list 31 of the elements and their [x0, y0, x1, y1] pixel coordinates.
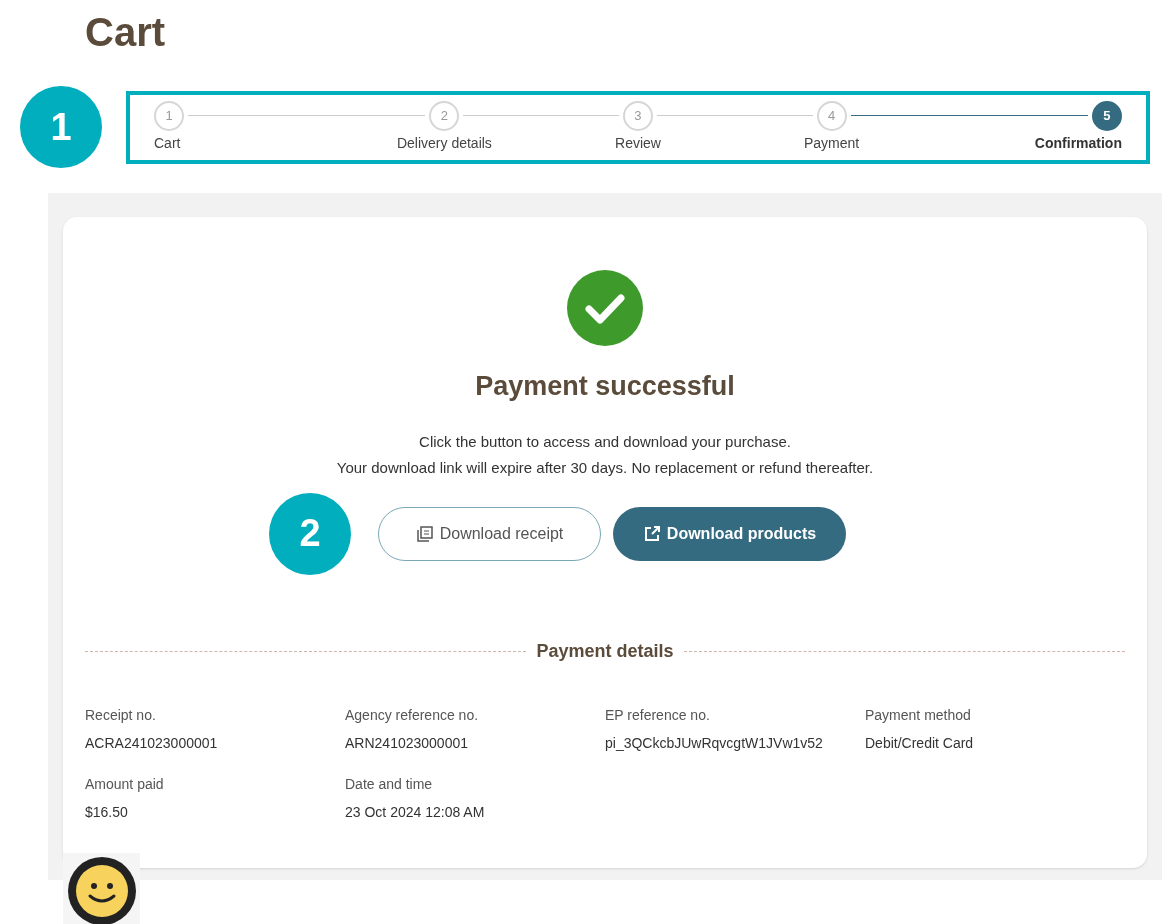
- callout-badge: 2: [269, 492, 351, 575]
- detail-label: Date and time: [345, 774, 434, 794]
- step-label: Confirmation: [1034, 133, 1122, 153]
- check-circle-icon: [567, 270, 643, 346]
- detail-label: Payment method: [865, 705, 972, 725]
- step-label: Review: [615, 133, 661, 153]
- step-label: Cart: [154, 133, 181, 153]
- detail-value: $16.50: [85, 802, 129, 822]
- message-text: Click the button to access and download your purchase.: [419, 431, 791, 452]
- step-label: Payment: [803, 133, 860, 153]
- details-title: Payment details: [536, 639, 674, 663]
- detail-label: Amount paid: [85, 774, 165, 794]
- download-receipt-button[interactable]: Download receipt: [378, 506, 601, 561]
- message-text: Your download link will expire after 30 days. No replacement or refund thereafter.: [336, 457, 874, 478]
- feedback-button[interactable]: [63, 853, 140, 924]
- detail-value: 23 Oct 2024 12:08 AM: [345, 802, 486, 822]
- callout-badge: 1: [20, 86, 102, 168]
- document-icon: [415, 524, 434, 543]
- detail-value: pi_3QCkcbJUwRqvcgtW1JVw1v52: [605, 733, 824, 753]
- detail-value: ACRA241023000001: [85, 733, 219, 753]
- page-title: Cart: [85, 9, 166, 56]
- success-heading: Payment successful: [475, 370, 735, 403]
- download-products-button[interactable]: Download products: [613, 506, 846, 561]
- detail-label: Receipt no.: [85, 705, 157, 725]
- smiley-icon: [66, 856, 137, 924]
- external-link-icon: [642, 524, 661, 543]
- detail-label: Agency reference no.: [345, 705, 480, 725]
- step-label: Delivery details: [396, 133, 492, 153]
- detail-label: EP reference no.: [605, 705, 711, 725]
- detail-value: Debit/Credit Card: [865, 733, 975, 753]
- detail-value: ARN241023000001: [345, 733, 469, 753]
